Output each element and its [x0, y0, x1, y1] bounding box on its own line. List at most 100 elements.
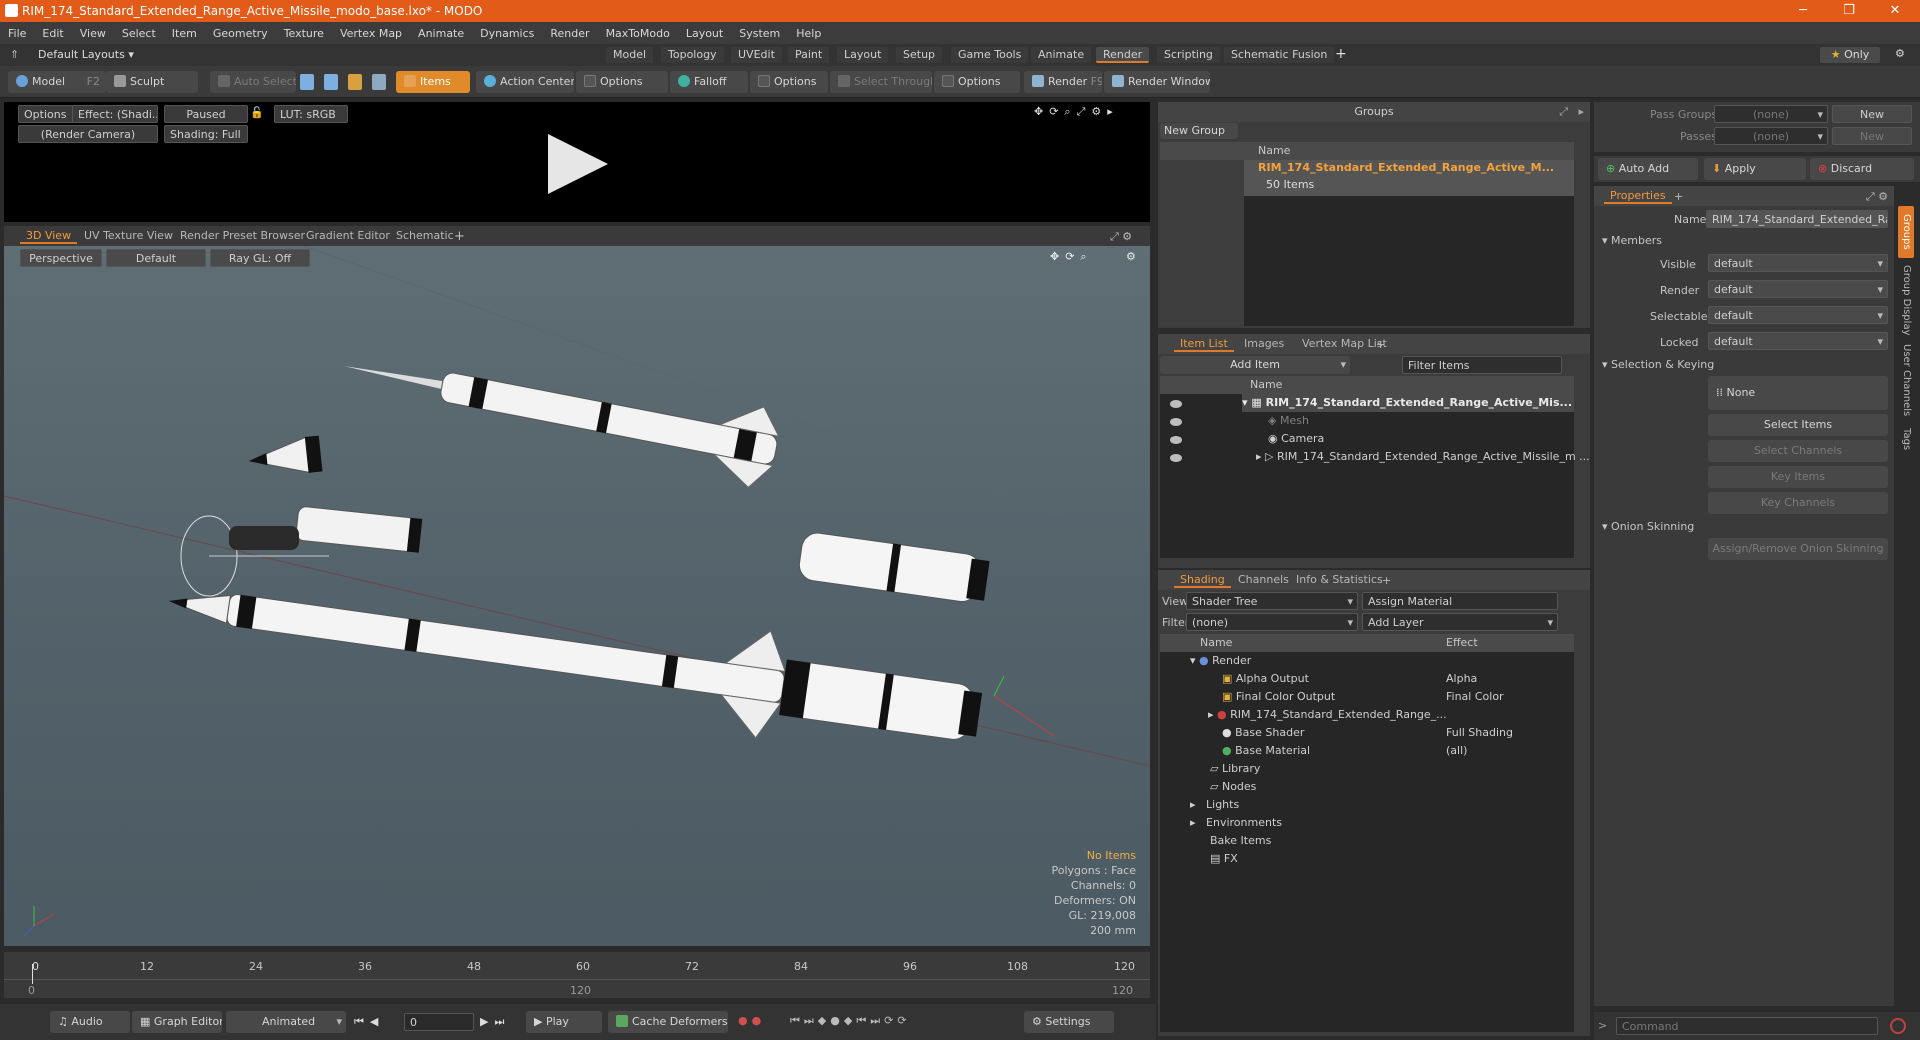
action-center-button[interactable]: Action Center — [476, 71, 574, 93]
add-tab-icon[interactable]: + — [1674, 187, 1683, 207]
falloff-button[interactable]: Falloff — [670, 71, 748, 93]
tab-info-statistics[interactable]: Info & Statistics — [1290, 572, 1389, 588]
key-channels-button[interactable]: Key Channels — [1708, 492, 1888, 514]
audio-button[interactable]: ♫ Audio — [50, 1011, 130, 1033]
model-button[interactable]: Model F2 — [8, 71, 106, 93]
menu-edit[interactable]: Edit — [34, 27, 71, 40]
group-row[interactable]: RIM_174_Standard_Extended_Range_Active_M… — [1244, 160, 1574, 196]
eye-icon[interactable] — [1170, 436, 1182, 444]
none-button[interactable]: ⁞⁞ None — [1708, 376, 1888, 410]
shader-row-base-material[interactable]: ● Base Material — [1222, 742, 1310, 760]
add-tab-icon[interactable]: + — [1382, 571, 1391, 591]
materials-mode-icon[interactable] — [372, 74, 386, 90]
name-input[interactable]: RIM_174_Standard_Extended_Rang — [1706, 210, 1888, 228]
play-button[interactable]: ▶ Play — [526, 1011, 602, 1033]
animated-dropdown[interactable]: Animated — [226, 1011, 346, 1033]
selectable-dropdown[interactable]: default — [1708, 306, 1888, 324]
onion-skinning-section[interactable]: ▾ Onion Skinning — [1602, 520, 1694, 533]
new-pass-group-button[interactable]: New — [1832, 105, 1912, 123]
tab-schematic[interactable]: Schematic — [390, 228, 460, 244]
tab-scripting[interactable]: Scripting — [1157, 47, 1220, 63]
play-icon[interactable] — [544, 132, 610, 196]
shader-row-library[interactable]: ▱ Library — [1210, 760, 1260, 778]
restore-icon[interactable]: ❐ — [1826, 0, 1872, 22]
tab-shading[interactable]: Shading — [1174, 572, 1231, 588]
expand-icon[interactable]: ⤢ — [1559, 102, 1568, 122]
shader-row-nodes[interactable]: ▱ Nodes — [1210, 778, 1256, 796]
pass-groups-dropdown[interactable]: (none) — [1714, 105, 1828, 123]
discard-button[interactable]: ⊗ Discard — [1810, 158, 1914, 180]
menu-item[interactable]: Item — [164, 27, 205, 40]
item-row-missile[interactable]: ▸ ▷ RIM_174_Standard_Extended_Range_Acti… — [1256, 448, 1590, 466]
menu-view[interactable]: View — [72, 27, 114, 40]
menu-animate[interactable]: Animate — [410, 27, 472, 40]
lut-dropdown[interactable]: LUT: sRGB — [274, 105, 348, 123]
options-button-3[interactable]: Options — [934, 71, 1020, 93]
tab-game-tools[interactable]: Game Tools — [951, 47, 1029, 63]
playhead[interactable] — [32, 964, 33, 984]
new-pass-button[interactable]: New — [1832, 127, 1912, 145]
effect-base-shader[interactable]: Full Shading — [1446, 724, 1513, 742]
transport-forward-icons[interactable]: ▶⏭ — [480, 1015, 510, 1029]
layout-collapse-icon[interactable]: ⇑ — [10, 48, 19, 61]
tab-topology[interactable]: Topology — [661, 47, 724, 63]
side-tab-user-channels[interactable]: User Channels — [1898, 342, 1914, 418]
select-channels-button[interactable]: Select Channels — [1708, 440, 1888, 462]
add-item-dropdown[interactable]: Add Item — [1160, 356, 1350, 374]
eye-icon[interactable] — [1170, 400, 1182, 408]
tab-uvedit[interactable]: UVEdit — [731, 47, 782, 63]
effect-base-material[interactable]: (all) — [1446, 742, 1467, 760]
cache-deformers-button[interactable]: Cache Deformers — [608, 1011, 728, 1033]
preview-nav-icons[interactable]: ✥⟳⌕⤢⚙▸ — [1034, 105, 1119, 119]
edges-mode-icon[interactable] — [324, 74, 338, 90]
select-through-button[interactable]: Select Through — [830, 71, 932, 93]
menu-dynamics[interactable]: Dynamics — [472, 27, 542, 40]
tab-render-preset-browser[interactable]: Render Preset Browser — [174, 228, 311, 244]
expand-icon[interactable]: ⤢ ⚙ — [1866, 187, 1888, 207]
shader-row-bake-items[interactable]: Bake Items — [1210, 832, 1271, 850]
shader-row-final-color[interactable]: ▣ Final Color Output — [1222, 688, 1335, 706]
render-dropdown[interactable]: default — [1708, 280, 1888, 298]
shader-row-base-shader[interactable]: ● Base Shader — [1222, 724, 1304, 742]
menu-file[interactable]: File — [0, 27, 34, 40]
passes-dropdown[interactable]: (none) — [1714, 127, 1828, 145]
stop-icon[interactable] — [1890, 1018, 1906, 1034]
render-camera-dropdown[interactable]: (Render Camera) — [18, 125, 158, 143]
tab-3d-view[interactable]: 3D View — [20, 228, 78, 244]
tab-model[interactable]: Model — [606, 47, 654, 63]
preview-options-button[interactable]: Options — [18, 105, 74, 123]
view-dropdown[interactable]: Shader Tree — [1186, 592, 1358, 610]
panel-menu-icon[interactable]: ▸ — [1578, 102, 1584, 122]
default-layouts-dropdown[interactable]: Default Layouts ▾ — [38, 48, 134, 61]
auto-add-button[interactable]: ⊕ Auto Add — [1598, 158, 1698, 180]
menu-select[interactable]: Select — [114, 27, 164, 40]
tab-paint[interactable]: Paint — [788, 47, 830, 63]
tab-gradient-editor[interactable]: Gradient Editor — [300, 228, 396, 244]
shading-dropdown[interactable]: Shading: Full — [164, 125, 248, 143]
menu-vertex-map[interactable]: Vertex Map — [332, 27, 410, 40]
tab-channels[interactable]: Channels — [1232, 572, 1295, 588]
item-row-mesh[interactable]: ◈ Mesh — [1268, 412, 1309, 430]
shader-row-render[interactable]: ▾ ● Render — [1190, 652, 1251, 670]
menu-geometry[interactable]: Geometry — [205, 27, 276, 40]
add-tab-icon[interactable]: + — [1376, 335, 1385, 355]
polygons-mode-icon[interactable] — [348, 74, 362, 90]
item-row-scene[interactable]: ▾ ▦ RIM_174_Standard_Extended_Range_Acti… — [1242, 394, 1574, 412]
expand-icon[interactable]: ⤢ ⚙ — [1110, 227, 1132, 247]
select-items-button[interactable]: Select Items — [1708, 414, 1888, 436]
timeline[interactable]: 0 12 24 36 48 60 72 84 96 108 120 0 120 … — [4, 952, 1150, 998]
item-row-camera[interactable]: ◉ Camera — [1268, 430, 1324, 448]
3d-viewport[interactable]: Perspective Default Ray GL: Off ✥⟳⌕ ⚙ No… — [4, 246, 1150, 946]
members-section[interactable]: ▾ Members — [1602, 234, 1662, 247]
menu-render[interactable]: Render — [542, 27, 597, 40]
menu-texture[interactable]: Texture — [276, 27, 332, 40]
side-tab-groups[interactable]: Groups — [1898, 206, 1914, 258]
key-items-button[interactable]: Key Items — [1708, 466, 1888, 488]
key-record-icons[interactable]: ●● — [738, 1014, 765, 1027]
tab-uv-texture-view[interactable]: UV Texture View — [78, 228, 179, 244]
shader-row-lights[interactable]: ▸ Lights — [1190, 796, 1239, 814]
tab-images[interactable]: Images — [1238, 336, 1290, 352]
add-layer-dropdown[interactable]: Add Layer — [1362, 613, 1558, 631]
assign-material-button[interactable]: Assign Material — [1362, 592, 1558, 610]
filter-items-input[interactable]: Filter Items — [1402, 356, 1562, 374]
